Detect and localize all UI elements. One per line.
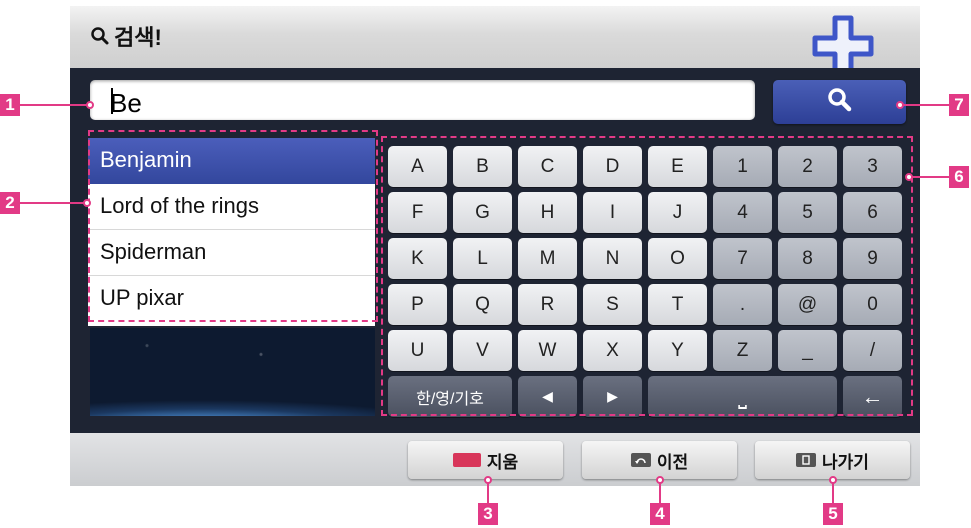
callout-line-1 [20,104,90,106]
callout-3: 3 [478,503,498,525]
callout-dot-5 [829,476,837,484]
page-title: 검색! [90,20,162,52]
callout-line-2 [20,202,86,204]
search-icon [90,26,110,46]
callout-4: 4 [650,503,670,525]
results-highlight-box [88,130,378,322]
search-input[interactable]: Be [90,80,755,120]
back-remote-icon [630,453,651,467]
prev-button-label: 이전 [656,452,689,472]
callout-dot-1 [86,101,94,109]
search-icon [827,87,853,118]
text-caret [111,88,113,114]
callout-dot-3 [484,476,492,484]
callout-dot-4 [656,476,664,484]
prev-button[interactable]: 이전 [582,441,737,479]
callout-line-7 [900,104,950,106]
callout-7: 7 [949,94,969,116]
earth-image [90,328,375,416]
callout-2: 2 [0,192,20,214]
function-bar: 지움 이전 나가기 [70,433,920,486]
red-button-icon [452,453,481,467]
title-bar: 검색! [70,6,920,77]
callout-5: 5 [823,503,843,525]
keyboard-highlight-box [381,136,913,416]
callout-1: 1 [0,94,20,116]
exit-button-label: 나가기 [822,452,869,472]
delete-button-label: 지움 [486,452,519,472]
callout-dot-6 [905,173,913,181]
callout-6: 6 [949,166,969,188]
callout-line-6 [912,176,950,178]
exit-remote-icon [796,453,817,467]
delete-button[interactable]: 지움 [408,441,563,479]
page-title-text: 검색! [114,25,162,50]
callout-dot-7 [896,101,904,109]
search-input-value: Be [110,88,142,118]
search-button[interactable] [773,80,906,124]
callout-dot-2 [83,199,91,207]
exit-button[interactable]: 나가기 [755,441,910,479]
